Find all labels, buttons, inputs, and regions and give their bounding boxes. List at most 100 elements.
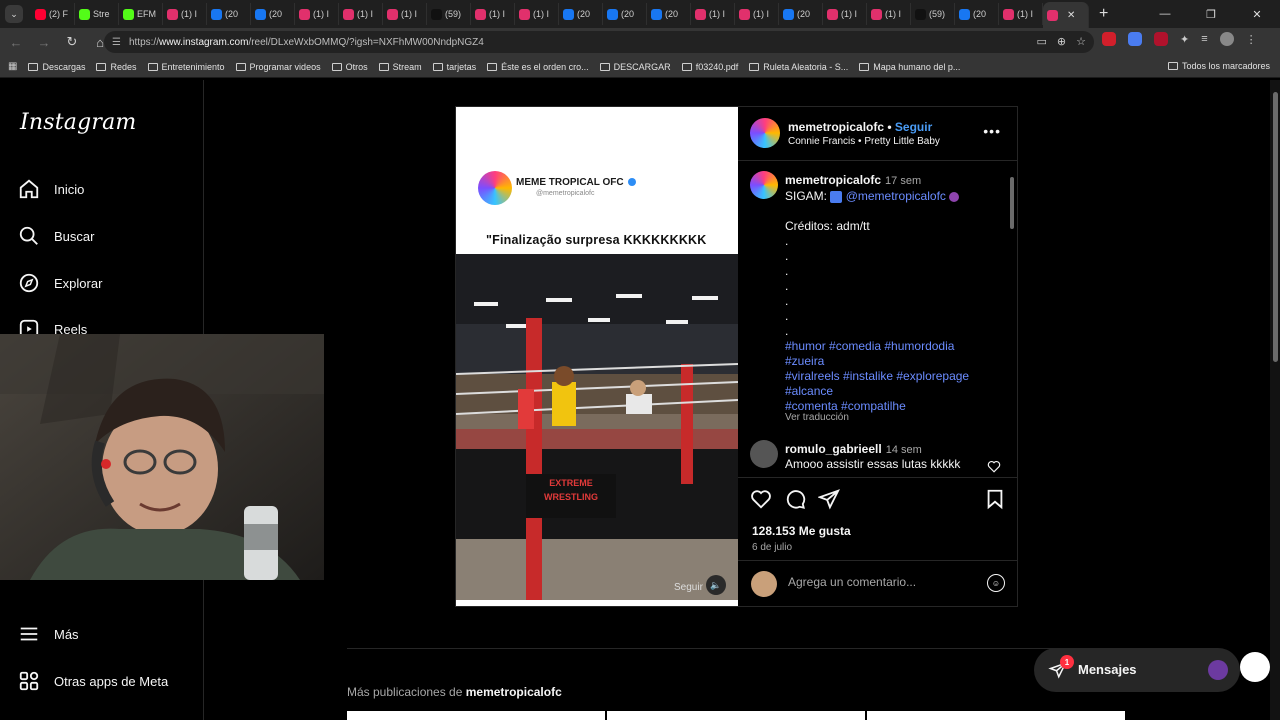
back-icon[interactable]: ← bbox=[4, 35, 28, 50]
share-send-icon[interactable] bbox=[818, 488, 840, 510]
comment-username[interactable]: romulo_gabrieell bbox=[785, 442, 882, 456]
browser-tab[interactable]: (1) I bbox=[339, 3, 383, 25]
browser-tab[interactable]: (1) I bbox=[691, 3, 735, 25]
like-heart-icon[interactable] bbox=[750, 488, 772, 510]
browser-tab[interactable]: (20 bbox=[603, 3, 647, 25]
bookmark-item[interactable]: DESCARGAR bbox=[599, 62, 671, 72]
bookmark-item[interactable]: Ruleta Aleatoria - S... bbox=[749, 62, 848, 72]
caption-hashtags[interactable]: #viralreels #instalike #explorepage bbox=[785, 369, 969, 383]
page-scrollbar[interactable] bbox=[1270, 80, 1280, 720]
site-info-icon[interactable]: ☰ bbox=[112, 37, 121, 48]
close-tab-icon[interactable]: ✕ bbox=[1067, 10, 1075, 21]
bookmark-item[interactable]: Entretenimiento bbox=[147, 62, 225, 72]
close-window-icon[interactable]: ✕ bbox=[1234, 8, 1280, 21]
bookmark-item[interactable]: Redes bbox=[96, 62, 137, 72]
commenter-avatar[interactable] bbox=[750, 440, 778, 468]
caption-username[interactable]: memetropicalofc bbox=[785, 173, 881, 187]
reload-icon[interactable]: ↻ bbox=[60, 34, 84, 50]
sidebar-item-home[interactable]: Inicio bbox=[18, 178, 84, 200]
more-posts-username[interactable]: memetropicalofc bbox=[466, 685, 562, 699]
browser-tab[interactable]: (1) I bbox=[823, 3, 867, 25]
caption-hashtags[interactable]: #alcance bbox=[785, 384, 833, 398]
mention-link[interactable]: @memetropicalofc bbox=[846, 189, 946, 203]
browser-tab[interactable]: Stre bbox=[75, 3, 119, 25]
browser-tab[interactable]: (1) I bbox=[163, 3, 207, 25]
bookmark-item[interactable]: f03240.pdf bbox=[681, 62, 738, 72]
see-translation-link[interactable]: Ver traducción bbox=[785, 412, 849, 423]
comment-like-icon[interactable] bbox=[987, 460, 1001, 473]
bookmark-item[interactable]: Otros bbox=[331, 62, 368, 72]
comment-bubble-icon[interactable] bbox=[784, 488, 806, 510]
bookmark-item[interactable]: Descargas bbox=[28, 62, 85, 72]
author-avatar[interactable] bbox=[748, 116, 782, 150]
follow-button[interactable]: Seguir bbox=[895, 120, 932, 134]
all-bookmarks[interactable]: Todos los marcadores bbox=[1167, 61, 1270, 71]
browser-tab[interactable]: (1) I bbox=[735, 3, 779, 25]
browser-tab[interactable]: (59) bbox=[427, 3, 471, 25]
author-username[interactable]: memetropicalofc bbox=[788, 120, 884, 134]
browser-tab-active[interactable]: ✕ bbox=[1043, 2, 1089, 28]
install-app-icon[interactable]: ▭ bbox=[1037, 35, 1047, 48]
extension-m-icon[interactable] bbox=[1154, 32, 1168, 46]
sidebar-item-more[interactable]: Más bbox=[18, 623, 79, 645]
browser-tab[interactable]: (1) I bbox=[383, 3, 427, 25]
caption-hashtags[interactable]: #comenta #compatilhe bbox=[785, 399, 906, 413]
more-options-icon[interactable]: ••• bbox=[983, 123, 1001, 139]
audio-track[interactable]: Connie Francis • Pretty Little Baby bbox=[788, 136, 940, 147]
volume-icon[interactable]: 🔈 bbox=[706, 575, 726, 595]
sidebar-item-explore[interactable]: Explorar bbox=[18, 272, 102, 294]
zoom-icon[interactable]: ⊕ bbox=[1057, 35, 1066, 48]
post-thumbnail[interactable] bbox=[347, 711, 605, 720]
browser-tab[interactable]: (1) I bbox=[999, 3, 1043, 25]
sidebar-item-search[interactable]: Buscar bbox=[18, 225, 94, 247]
browser-tab[interactable]: (1) I bbox=[515, 3, 559, 25]
forward-icon[interactable]: → bbox=[32, 35, 56, 50]
bookmark-item[interactable]: Mapa humano del p... bbox=[859, 62, 960, 72]
browser-tab[interactable]: (20 bbox=[251, 3, 295, 25]
minimize-icon[interactable]: — bbox=[1142, 8, 1188, 20]
sidebar-item-meta-apps[interactable]: Otras apps de Meta bbox=[18, 670, 168, 692]
restore-icon[interactable]: ❐ bbox=[1188, 8, 1234, 21]
messages-button[interactable]: 1 Mensajes bbox=[1034, 648, 1240, 692]
extension-red-icon[interactable] bbox=[1102, 32, 1116, 46]
browser-tab[interactable]: (2) F bbox=[31, 3, 75, 25]
new-tab-button[interactable]: + bbox=[1099, 5, 1108, 23]
comment-input[interactable] bbox=[788, 575, 968, 589]
browser-menu-icon[interactable]: ⋮ bbox=[1246, 33, 1257, 46]
comments-scrollbar[interactable] bbox=[1010, 177, 1014, 229]
post-thumbnail[interactable] bbox=[867, 711, 1125, 720]
save-bookmark-icon[interactable] bbox=[984, 488, 1006, 510]
address-bar[interactable]: ☰ https://www.instagram.com/reel/DLxeWxb… bbox=[104, 31, 1094, 53]
reading-list-icon[interactable]: ≡ bbox=[1201, 33, 1207, 45]
bookmark-star-icon[interactable]: ☆ bbox=[1076, 35, 1086, 48]
browser-tab[interactable]: (20 bbox=[955, 3, 999, 25]
browser-tab[interactable]: (1) I bbox=[295, 3, 339, 25]
post-thumbnail[interactable] bbox=[607, 711, 865, 720]
caption-avatar[interactable] bbox=[750, 171, 778, 199]
reel-video[interactable]: MEME TROPICAL OFC @memetropicalofc "Fina… bbox=[456, 107, 738, 606]
browser-tab[interactable]: (1) I bbox=[471, 3, 515, 25]
browser-tab[interactable]: (59) bbox=[911, 3, 955, 25]
browser-tab[interactable]: (20 bbox=[559, 3, 603, 25]
bookmark-item[interactable]: Stream bbox=[378, 62, 422, 72]
browser-tab[interactable]: (20 bbox=[647, 3, 691, 25]
browser-tab[interactable]: (20 bbox=[207, 3, 251, 25]
extension-translate-icon[interactable] bbox=[1128, 32, 1142, 46]
video-follow-button[interactable]: Seguir bbox=[674, 582, 703, 593]
caption-hashtags[interactable]: #zueira bbox=[785, 354, 824, 368]
browser-tab[interactable]: (1) I bbox=[867, 3, 911, 25]
like-count[interactable]: 128.153 Me gusta bbox=[752, 524, 851, 538]
profile-avatar[interactable] bbox=[1219, 32, 1234, 46]
meta-ai-icon[interactable] bbox=[1240, 652, 1270, 682]
bookmark-item[interactable]: Programar videos bbox=[235, 62, 321, 72]
browser-tab[interactable]: EFM bbox=[119, 3, 163, 25]
puzzle-icon[interactable]: ✦ bbox=[1180, 33, 1189, 46]
bookmark-item[interactable]: Éste es el orden cro... bbox=[487, 62, 589, 72]
instagram-logo[interactable]: Instagram bbox=[20, 110, 136, 135]
bookmark-item[interactable]: tarjetas bbox=[432, 62, 476, 72]
emoji-icon[interactable]: ☺ bbox=[987, 574, 1005, 592]
browser-tab[interactable]: (20 bbox=[779, 3, 823, 25]
caption-hashtags[interactable]: #humor #comedia #humordodia bbox=[785, 339, 954, 353]
tab-search-button[interactable]: ⌄ bbox=[5, 5, 23, 23]
apps-grid-icon[interactable]: ▦ bbox=[8, 61, 17, 72]
